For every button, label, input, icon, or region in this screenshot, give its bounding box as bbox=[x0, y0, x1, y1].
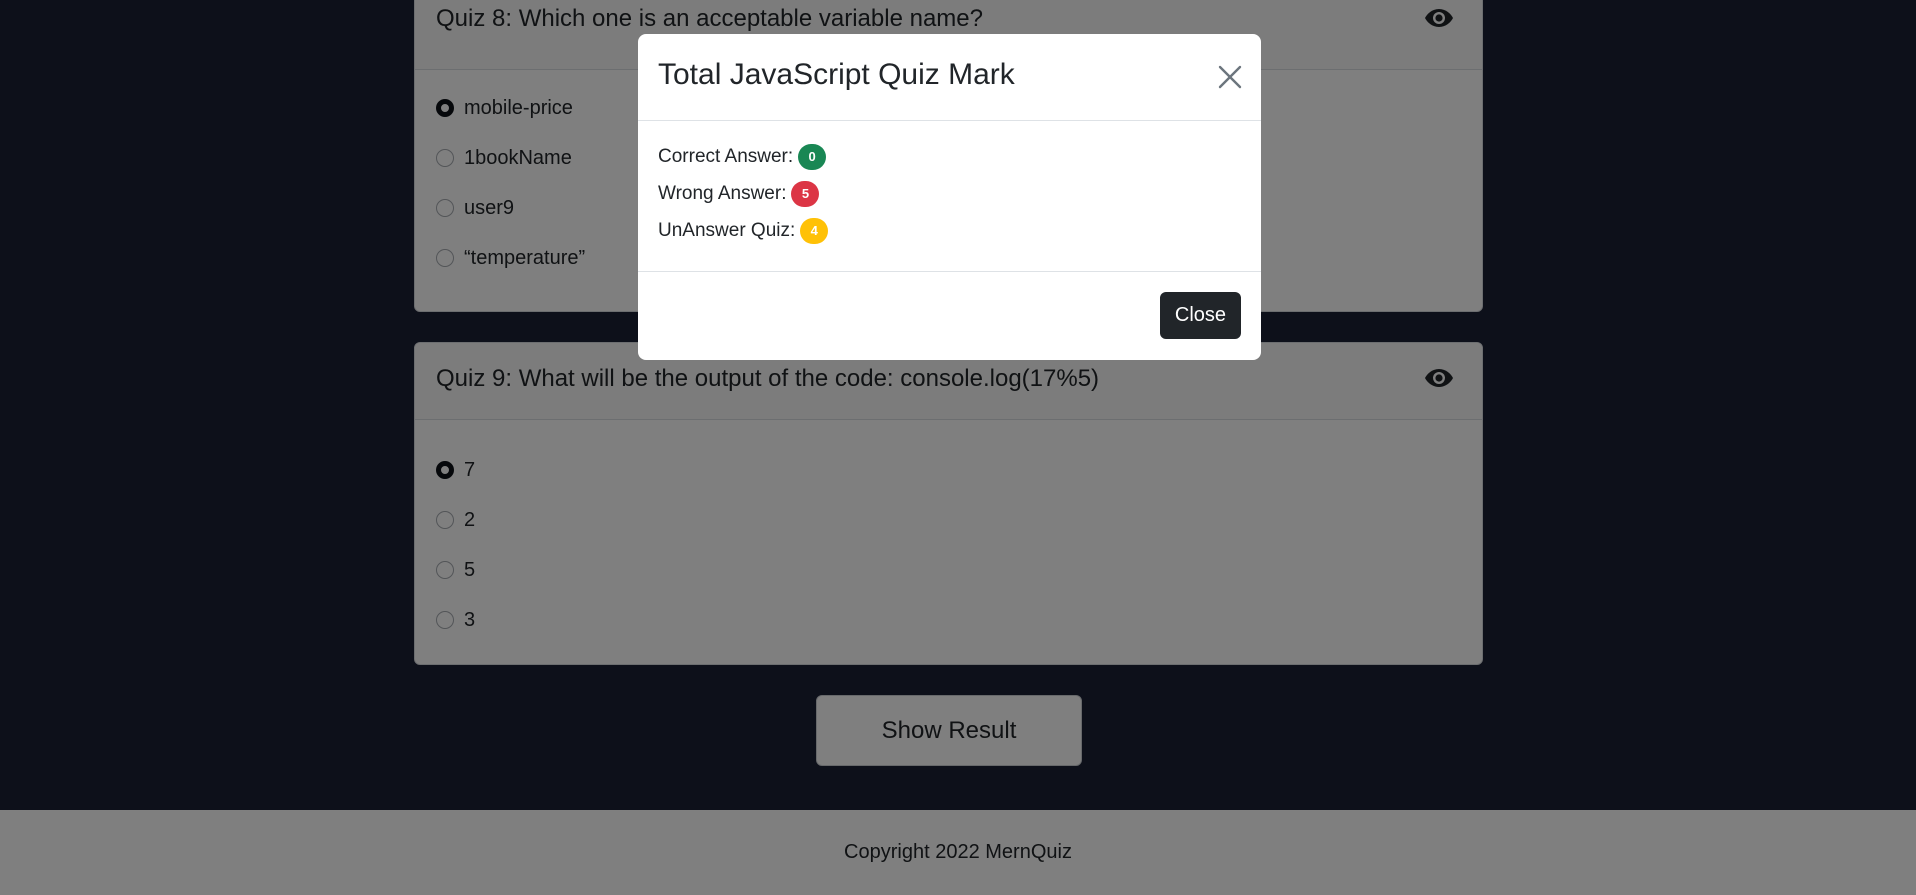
unanswered-label: UnAnswer Quiz: bbox=[658, 219, 796, 241]
modal-title: Total JavaScript Quiz Mark bbox=[658, 58, 1015, 91]
quiz-page: Quiz 8: Which one is an acceptable varia… bbox=[0, 0, 1916, 895]
unanswered-count-badge: 4 bbox=[800, 217, 829, 244]
wrong-count-badge: 5 bbox=[791, 180, 820, 207]
close-icon[interactable] bbox=[1217, 64, 1243, 90]
modal-body: Correct Answer: 0 Wrong Answer: 5 UnAnsw… bbox=[658, 138, 829, 249]
close-button[interactable]: Close bbox=[1160, 292, 1241, 339]
unanswered-row: UnAnswer Quiz: 4 bbox=[658, 212, 829, 249]
result-modal: Total JavaScript Quiz Mark Correct Answe… bbox=[638, 34, 1261, 360]
correct-answer-row: Correct Answer: 0 bbox=[658, 138, 828, 175]
modal-header: Total JavaScript Quiz Mark bbox=[638, 34, 1261, 121]
modal-footer: Close bbox=[638, 271, 1261, 360]
wrong-answer-label: Wrong Answer: bbox=[658, 182, 787, 204]
correct-count-badge: 0 bbox=[798, 143, 827, 170]
correct-answer-label: Correct Answer: bbox=[658, 145, 794, 167]
wrong-answer-row: Wrong Answer: 5 bbox=[658, 175, 828, 212]
